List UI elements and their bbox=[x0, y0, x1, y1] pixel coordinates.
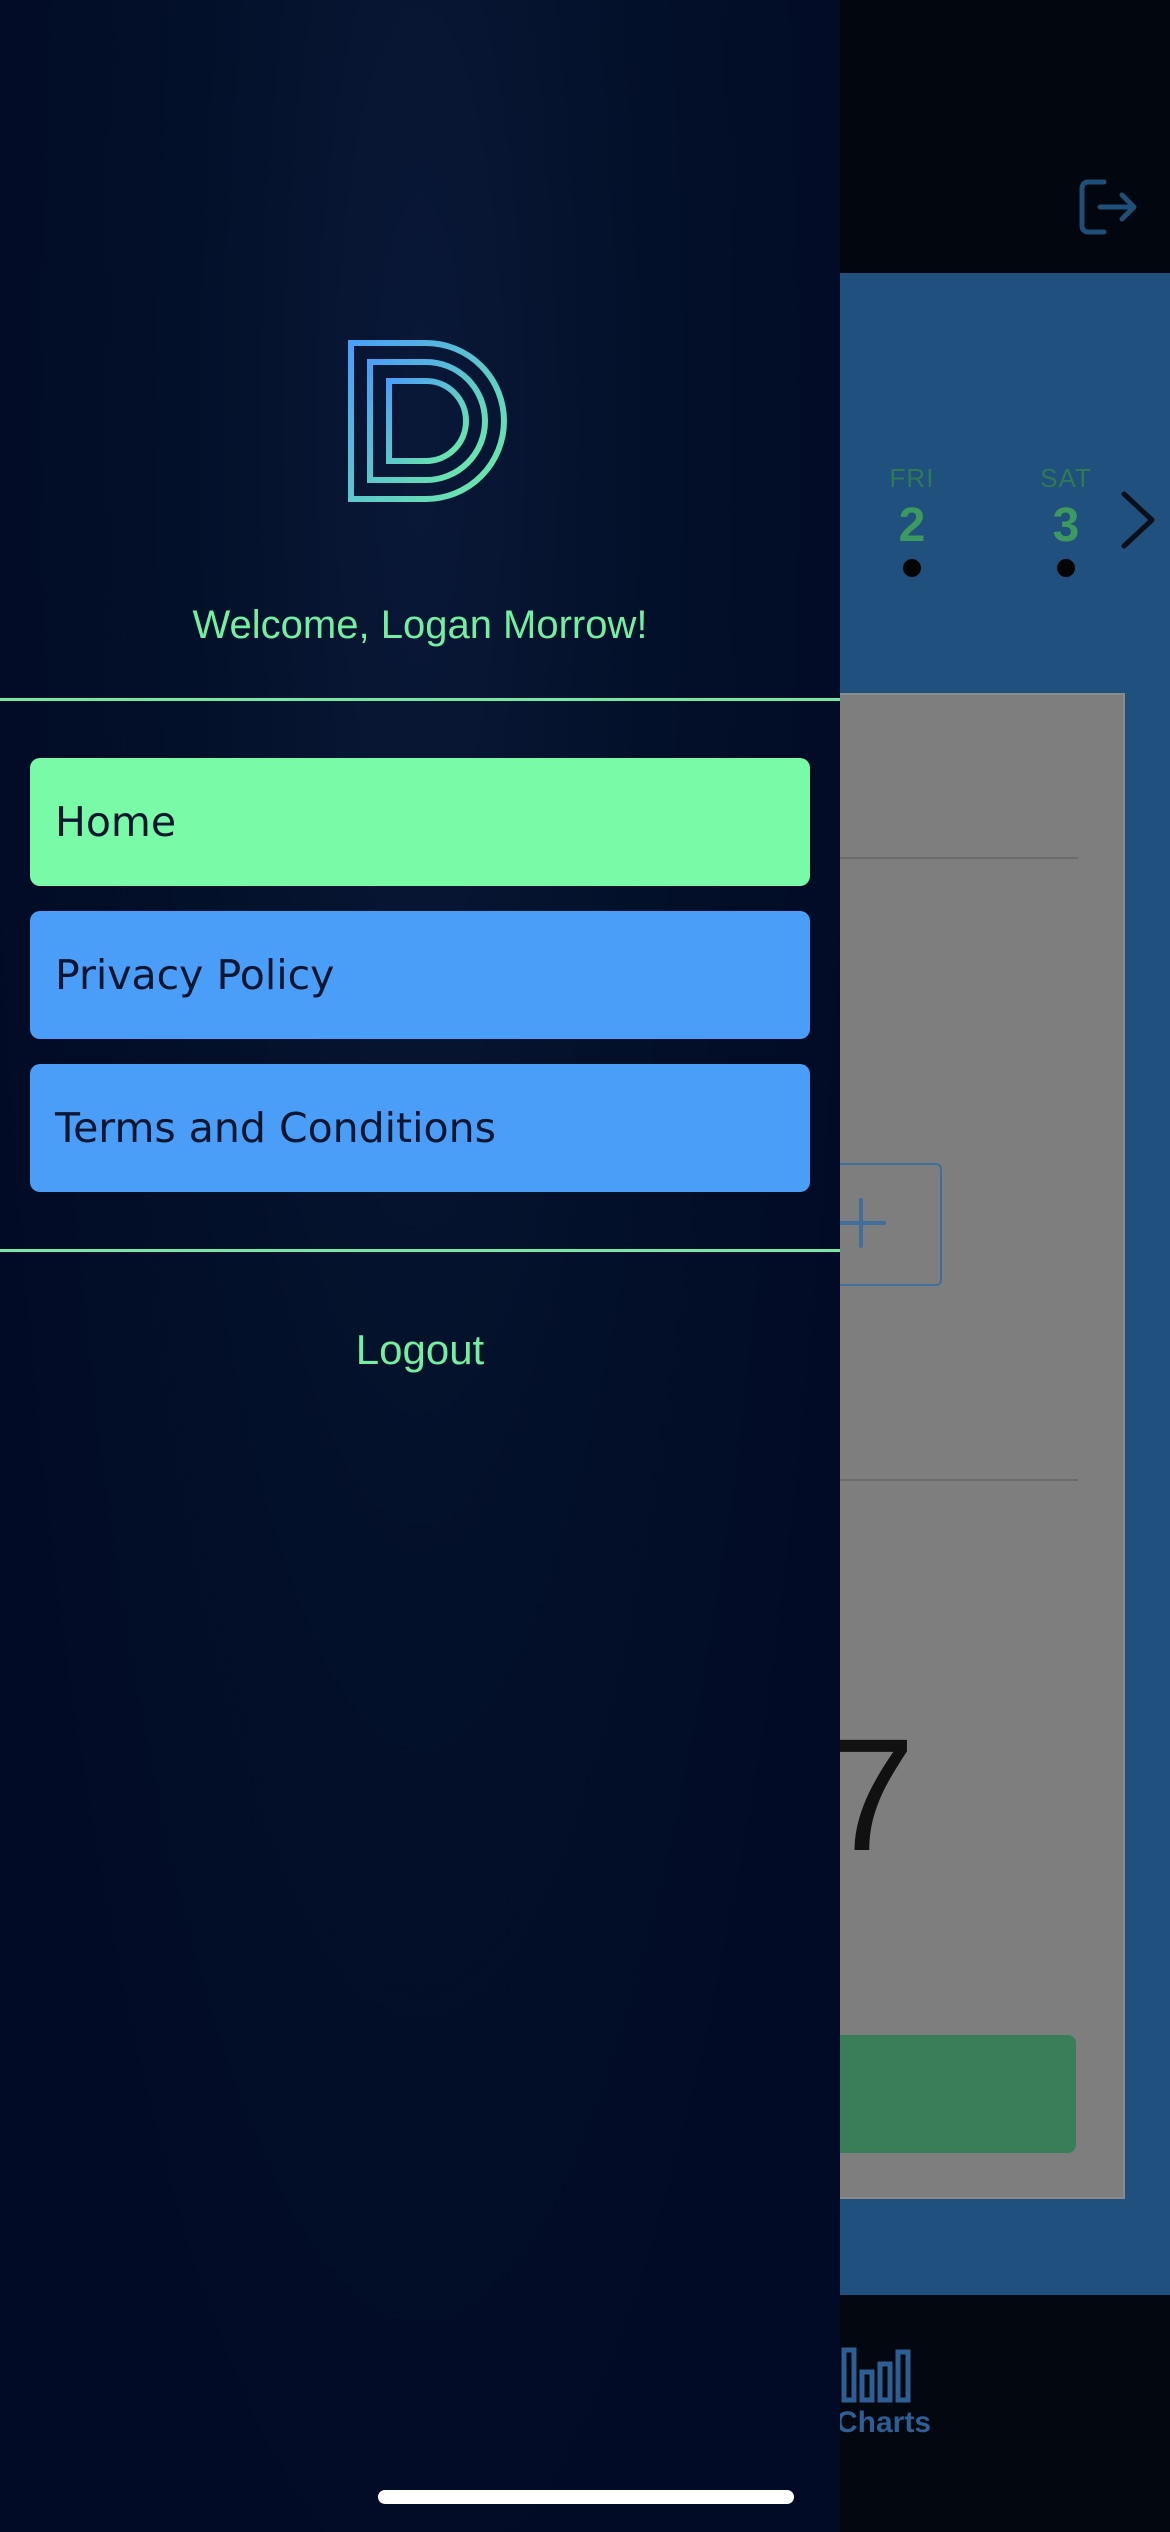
menu-item-terms-and-conditions[interactable]: Terms and Conditions bbox=[30, 1064, 810, 1192]
card-divider bbox=[840, 857, 1078, 859]
day-item-sat[interactable]: SAT 3 bbox=[1016, 463, 1116, 577]
divider bbox=[0, 698, 840, 701]
divider bbox=[0, 1249, 840, 1252]
logout-button[interactable]: Logout bbox=[0, 1326, 840, 1374]
home-indicator[interactable] bbox=[378, 2490, 794, 2504]
side-drawer: Welcome, Logan Morrow! Home Privacy Poli… bbox=[0, 0, 840, 2532]
app-logo bbox=[348, 340, 507, 502]
day-number: 3 bbox=[1052, 499, 1080, 552]
content-card bbox=[812, 693, 1125, 2199]
menu-item-label: Terms and Conditions bbox=[55, 1104, 496, 1152]
day-marker-dot bbox=[1057, 559, 1075, 577]
welcome-message: Welcome, Logan Morrow! bbox=[192, 603, 648, 647]
day-item-fri[interactable]: FRI 2 bbox=[862, 463, 962, 577]
plus-icon bbox=[836, 1198, 886, 1248]
chevron-right-icon[interactable] bbox=[1118, 488, 1158, 552]
menu-item-home[interactable]: Home bbox=[30, 758, 810, 886]
day-name: FRI bbox=[889, 463, 935, 493]
tab-charts-label[interactable]: Charts bbox=[836, 2406, 931, 2440]
day-number: 2 bbox=[898, 499, 926, 552]
day-marker-dot bbox=[903, 559, 921, 577]
day-name: SAT bbox=[1040, 463, 1092, 493]
primary-action-button[interactable] bbox=[812, 2035, 1076, 2153]
card-divider bbox=[840, 1479, 1078, 1481]
logout-icon[interactable] bbox=[1078, 178, 1140, 236]
menu-item-label: Privacy Policy bbox=[55, 951, 335, 999]
menu-item-privacy-policy[interactable]: Privacy Policy bbox=[30, 911, 810, 1039]
menu-item-label: Home bbox=[55, 798, 177, 846]
bar-chart-icon[interactable] bbox=[840, 2346, 914, 2404]
